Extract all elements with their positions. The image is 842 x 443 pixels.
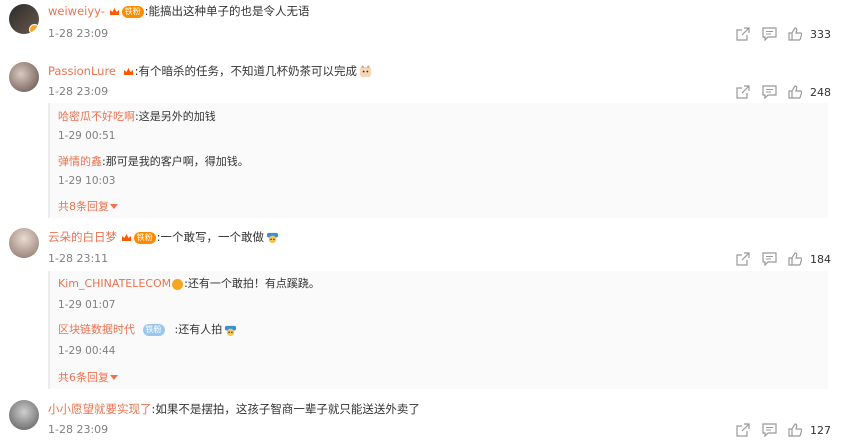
forward-icon[interactable] [730,84,756,100]
comment-time: 1-28 23:11 [48,252,109,265]
crown-icon [121,233,131,241]
comment-actions: 333 [730,26,831,42]
forward-icon[interactable] [730,26,756,42]
cat-emoji-icon [359,65,372,78]
comment-username[interactable]: 小小愿望就要实现了 [48,402,152,416]
like-count: 333 [810,27,831,41]
comment-icon[interactable] [756,251,782,267]
reply-list: 哈密瓜不好吃啊:这是另外的加钱 1-29 00:51 弹情的鑫:那可是我的客户啊… [48,103,828,218]
face-emoji-icon [266,232,279,244]
like-count: 127 [810,423,831,437]
comment-body: PassionLure :有个暗杀的任务，不知道几杯奶茶可以完成 [48,63,372,79]
comment-actions: 127 [730,422,831,438]
comment-body: 小小愿望就要实现了:如果不是摆拍，这孩子智商一辈子就只能送送外卖了 [48,401,420,417]
comment-time: 1-28 23:09 [48,85,109,98]
crown-icon [123,67,133,75]
comment-text: :能搞出这种单子的也是令人无语 [144,4,310,18]
reply-item: 弹情的鑫:那可是我的客户啊，得加钱。 [58,154,249,169]
reply-time: 1-29 00:51 [58,130,116,142]
fan-badge: 铁粉 [142,324,165,336]
like-icon[interactable] [782,84,808,100]
reply-text: :还有一个敢拍！有点蹊跷。 [184,277,320,290]
reply-time: 1-29 00:44 [58,345,116,357]
comment-text: :一个敢写，一个敢做 [156,230,265,244]
avatar[interactable] [9,228,39,258]
comment-icon[interactable] [756,26,782,42]
comment-icon[interactable] [756,84,782,100]
reply-item: 哈密瓜不好吃啊:这是另外的加钱 [58,109,216,124]
forward-icon[interactable] [730,251,756,267]
comment-text: :有个暗杀的任务，不知道几杯奶茶可以完成 [134,64,358,78]
verified-icon [29,24,39,34]
crown-icon [109,7,119,15]
reply-text: :还有人拍 [174,323,223,336]
reply-text: :这是另外的加钱 [135,110,216,123]
comment-icon[interactable] [756,422,782,438]
reply-time: 1-29 01:07 [58,299,116,311]
reply-time: 1-29 10:03 [58,175,116,187]
reply-item: 区块链数据时代 铁粉 :还有人拍 [58,322,237,337]
comment-text: :如果不是摆拍，这孩子智商一辈子就只能送送外卖了 [151,402,420,416]
reply-text: :那可是我的客户啊，得加钱。 [102,155,249,168]
more-replies-link[interactable]: 共6条回复 [58,369,118,385]
comment-body: 云朵的白日梦 铁粉:一个敢写，一个敢做 [48,229,279,245]
fan-badge: 铁粉 [133,231,156,244]
comment-actions: 248 [730,84,831,100]
comment-username[interactable]: PassionLure [48,64,116,78]
more-replies-label: 共6条回复 [58,371,109,384]
reply-item: Kim_CHINATELECOM :还有一个敢拍！有点蹊跷。 [58,276,320,291]
avatar[interactable] [9,62,39,92]
more-replies-label: 共8条回复 [58,200,109,213]
comment-body: weiweiyy- 铁粉:能搞出这种单子的也是令人无语 [48,3,309,19]
chevron-down-icon [110,375,118,380]
reply-username[interactable]: 弹情的鑫 [58,155,102,168]
reply-username[interactable]: Kim_CHINATELECOM [58,277,171,290]
like-count: 184 [810,252,831,266]
chevron-down-icon [110,204,118,209]
more-replies-link[interactable]: 共8条回复 [58,198,118,214]
comment-username[interactable]: weiweiyy- [48,4,105,18]
comment-time: 1-28 23:09 [48,27,109,40]
reply-username[interactable]: 区块链数据时代 [58,323,135,336]
reply-username[interactable]: 哈密瓜不好吃啊 [58,110,135,123]
reply-list: Kim_CHINATELECOM :还有一个敢拍！有点蹊跷。 1-29 01:07… [48,271,828,389]
verified-icon [172,278,184,290]
comment-time: 1-28 23:09 [48,423,109,436]
face-emoji-icon [225,325,237,336]
like-count: 248 [810,85,831,99]
like-icon[interactable] [782,26,808,42]
avatar[interactable] [9,4,39,34]
comment-username[interactable]: 云朵的白日梦 [48,230,117,244]
like-icon[interactable] [782,422,808,438]
comment-actions: 184 [730,251,831,267]
avatar[interactable] [9,400,39,430]
like-icon[interactable] [782,251,808,267]
forward-icon[interactable] [730,422,756,438]
fan-badge: 铁粉 [121,5,144,18]
